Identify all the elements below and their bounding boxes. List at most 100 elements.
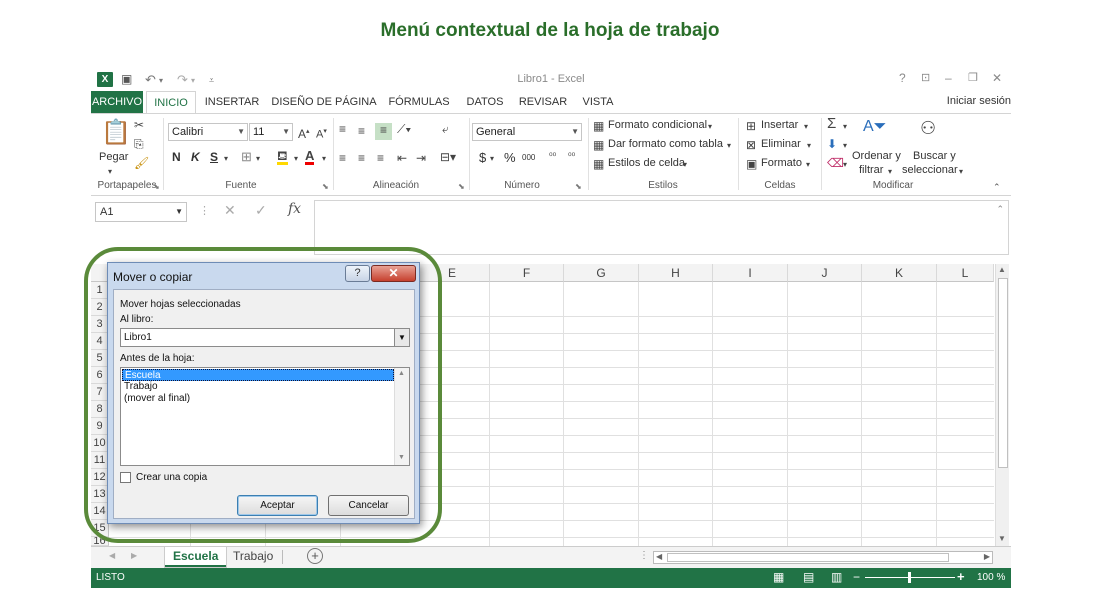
column-header[interactable]: L [937,264,994,282]
expand-formula-icon[interactable]: ⌃ [996,204,1004,215]
insert-cells-button[interactable]: Insertar [761,119,798,131]
scroll-down-icon[interactable]: ▼ [998,534,1006,543]
decrease-decimal-icon[interactable]: ⁰⁰ [568,149,575,163]
normal-view-icon[interactable]: ▦ [773,570,784,584]
zoom-out-icon[interactable]: − [853,570,860,584]
bold-button[interactable]: N [172,150,181,164]
format-painter-icon[interactable]: 🖌 [134,156,149,170]
horizontal-scroll-thumb[interactable] [667,553,949,562]
underline-dropdown-icon[interactable]: ▾ [224,152,228,166]
align-top-icon[interactable]: ≡ [339,122,346,136]
list-item[interactable]: Trabajo [122,381,394,393]
italic-button[interactable]: K [191,150,200,164]
clear-dropdown-icon[interactable]: ▾ [843,158,847,172]
tab-archivo[interactable]: ARCHIVO [91,91,143,113]
help-icon[interactable]: ? [899,71,906,85]
find-select-label-2[interactable]: seleccionar [902,164,958,176]
vertical-scroll-thumb[interactable] [998,278,1008,468]
tab-insertar[interactable]: INSERTAR [201,91,263,113]
grow-font-icon[interactable]: A▴ [298,125,310,141]
create-copy-label[interactable]: Crear una copia [136,472,207,483]
restore-icon[interactable]: ❐ [968,71,978,84]
cell-styles-button[interactable]: Estilos de celda [608,157,685,169]
thousands-button[interactable]: 000 [522,153,535,162]
number-launcher-icon[interactable]: ⬊ [575,180,582,194]
conditional-format-button[interactable]: Formato condicional [608,119,707,131]
page-break-view-icon[interactable]: ▥ [831,570,842,584]
dialog-help-button[interactable]: ? [345,265,370,282]
alignment-launcher-icon[interactable]: ⬊ [458,180,465,194]
column-header[interactable]: F [490,264,564,282]
scroll-down-icon[interactable]: ▼ [398,454,405,461]
sort-filter-label-1[interactable]: Ordenar y [852,150,901,162]
sign-in-link[interactable]: Iniciar sesión [947,95,1011,107]
underline-button[interactable]: S [210,150,218,164]
insert-function-icon[interactable]: fx [288,201,301,217]
increase-indent-icon[interactable]: ⇥ [416,151,426,165]
vertical-scrollbar[interactable]: ▲ ▼ [995,264,1009,546]
sheet-tab-escuela[interactable]: Escuela [165,547,227,567]
paste-clipboard-icon[interactable]: 📋 [101,120,131,146]
merge-center-icon[interactable]: ⊟▾ [440,150,456,164]
collapse-ribbon-icon[interactable]: ⌃ [993,180,1001,194]
cancel-button[interactable]: Cancelar [328,495,409,516]
zoom-slider-thumb[interactable] [908,572,911,583]
column-header[interactable]: I [713,264,788,282]
before-sheet-list[interactable]: Escuela Trabajo (mover al final) ▲ ▼ [120,367,410,466]
list-item[interactable]: (mover al final) [122,393,394,405]
tab-revisar[interactable]: REVISAR [517,91,569,113]
cancel-entry-icon[interactable]: ✕ [224,202,236,219]
zoom-in-icon[interactable]: + [957,569,965,584]
borders-dropdown-icon[interactable]: ▾ [256,152,260,166]
clear-icon[interactable]: ⌫ [827,156,844,170]
format-cells-button[interactable]: Formato [761,157,802,169]
confirm-entry-icon[interactable]: ✓ [255,202,267,219]
borders-icon[interactable]: ⊞ [241,150,252,164]
paste-button[interactable]: Pegar [99,151,128,163]
tab-inicio[interactable]: INICIO [146,91,196,114]
dialog-close-button[interactable]: ✕ [371,265,416,282]
font-name-select[interactable]: Calibri ▼ [168,123,248,141]
tab-vista[interactable]: VISTA [578,91,618,113]
sheet-tab-trabajo[interactable]: Trabajo [225,547,281,567]
column-header[interactable]: G [564,264,639,282]
add-sheet-icon[interactable]: + [307,548,323,564]
zoom-level[interactable]: 100 % [977,572,1005,583]
clipboard-launcher-icon[interactable]: ⬊ [153,180,160,194]
next-sheet-icon[interactable]: ▶ [131,551,137,560]
currency-dropdown-icon[interactable]: ▾ [490,152,494,166]
minimize-icon[interactable]: – [945,71,952,85]
format-as-table-button[interactable]: Dar formato como tabla [608,138,723,150]
align-left-icon[interactable]: ≡ [339,151,346,165]
font-color-dropdown-icon[interactable]: ▾ [322,152,326,166]
align-middle-icon[interactable]: ≡ [358,124,365,138]
paste-dropdown-icon[interactable]: ▾ [108,165,112,179]
accept-button[interactable]: Aceptar [237,495,318,516]
tab-formulas[interactable]: FÓRMULAS [387,91,451,113]
splitter-handle-icon[interactable]: ⋮ [639,550,649,561]
align-bottom-icon[interactable]: ≡ [375,123,392,140]
prev-sheet-icon[interactable]: ◀ [109,551,115,560]
font-launcher-icon[interactable]: ⬊ [322,180,329,194]
delete-cells-button[interactable]: Eliminar [761,138,801,150]
wrap-text-icon[interactable]: ⤶ [442,122,449,136]
fill-icon[interactable]: ⬇ [827,137,837,151]
orientation-icon[interactable]: ⟋▾ [397,122,411,136]
chevron-down-icon[interactable]: ▼ [394,329,409,346]
find-select-label-1[interactable]: Buscar y [913,150,956,162]
currency-button[interactable]: $ [479,150,486,165]
align-right-icon[interactable]: ≡ [377,151,384,165]
copy-icon[interactable]: ⎘ [134,137,144,151]
tab-datos[interactable]: DATOS [461,91,509,113]
shrink-font-icon[interactable]: A▾ [316,125,327,142]
scroll-right-icon[interactable]: ▶ [984,552,990,561]
cut-icon[interactable]: ✂ [134,118,144,132]
create-copy-checkbox[interactable] [120,472,131,483]
scroll-up-icon[interactable]: ▲ [998,265,1006,274]
list-item[interactable]: Escuela [122,369,394,381]
percent-button[interactable]: % [504,150,516,165]
autosum-icon[interactable]: Σ [827,116,836,131]
column-header[interactable]: K [862,264,937,282]
fill-color-icon[interactable]: ⛾ [277,149,288,165]
sort-filter-label-2[interactable]: filtrar [859,164,883,176]
